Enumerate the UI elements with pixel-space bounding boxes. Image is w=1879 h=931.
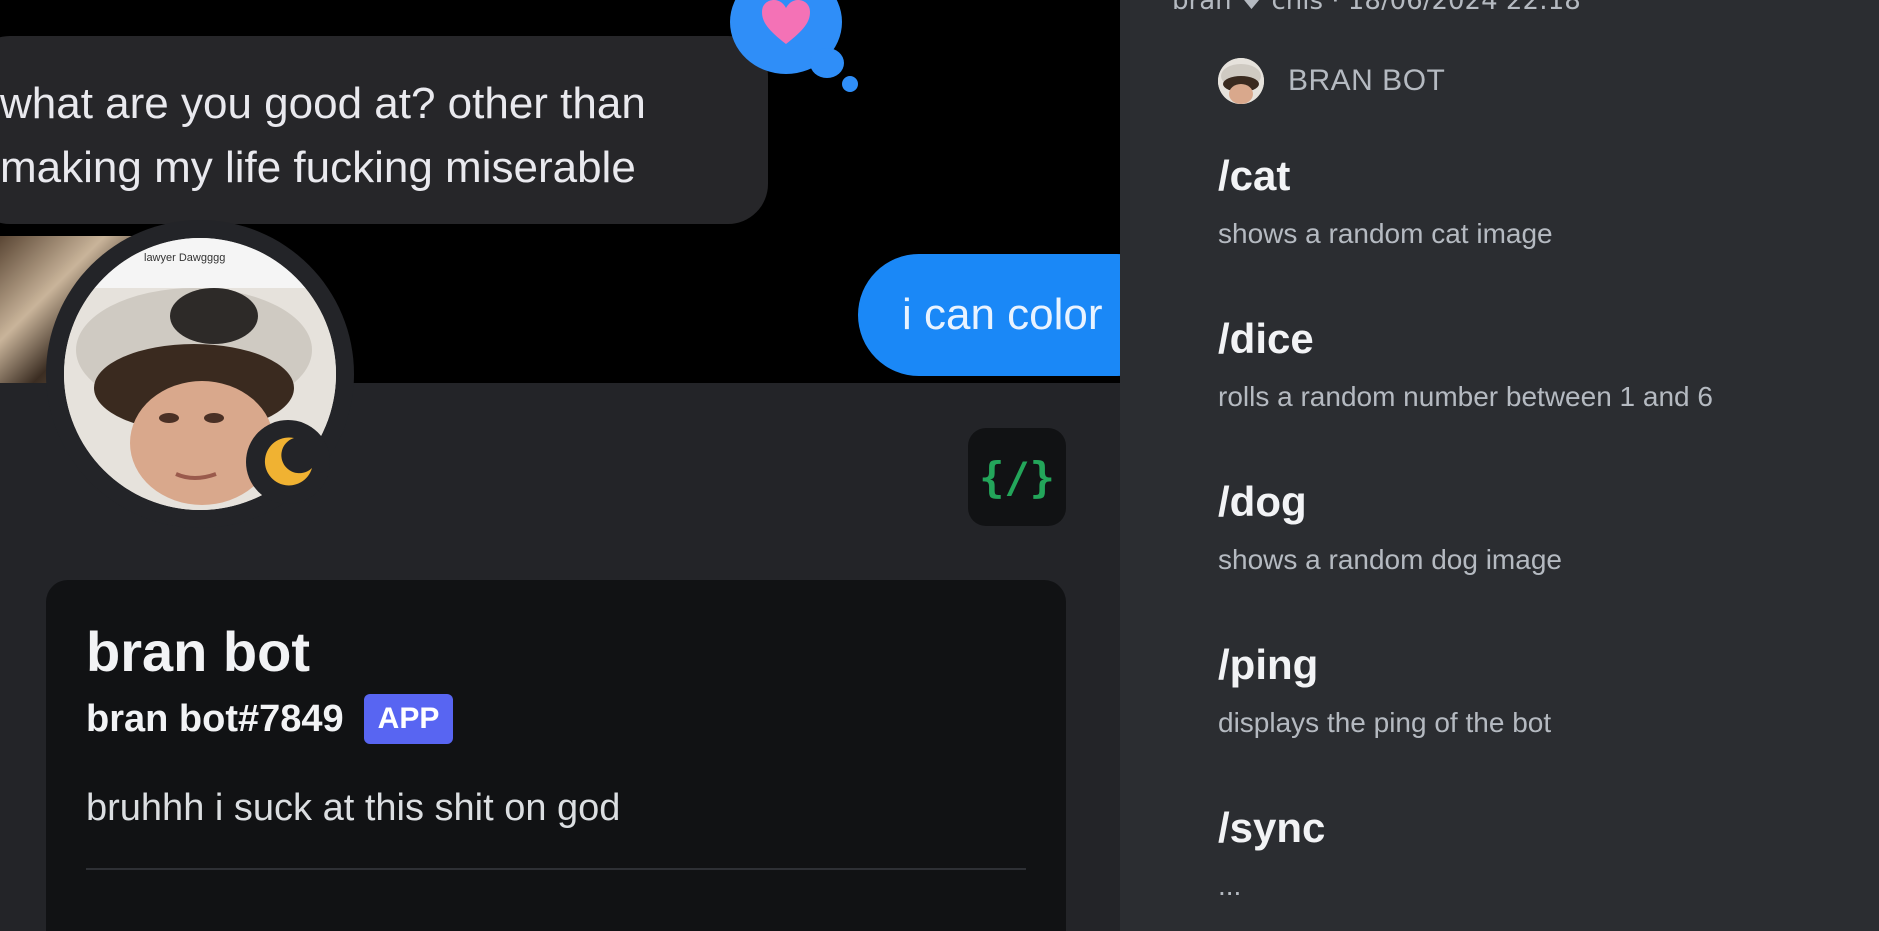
command-description: shows a random cat image [1218, 218, 1553, 249]
profile-bio: bruhhh i suck at this shit on god [86, 787, 621, 829]
command-item-cat[interactable]: /cat shows a random cat image [1218, 148, 1858, 311]
command-description: ... [1218, 870, 1242, 901]
command-item-sync[interactable]: /sync ... [1218, 800, 1858, 931]
command-name: /sync [1218, 804, 1326, 851]
command-item-dice[interactable]: /dice rolls a random number between 1 an… [1218, 311, 1858, 474]
username[interactable]: bran bot#7849 [86, 696, 344, 742]
command-name: /dice [1218, 315, 1314, 362]
profile-info-panel: bran bot bran bot#7849 APP bruhhh i suck… [46, 580, 1066, 931]
profile-card: what are you good at? other than making … [0, 0, 1120, 931]
command-description: displays the ping of the bot [1218, 707, 1552, 738]
commands-panel: bran ♥ chis · 18/06/2024 22:18 BRAN BOT … [1172, 0, 1879, 931]
bot-header: BRAN BOT [1218, 58, 1445, 104]
bot-avatar-icon [1218, 58, 1264, 104]
command-item-ping[interactable]: /ping displays the ping of the bot [1218, 637, 1858, 800]
command-description: shows a random dog image [1218, 544, 1562, 575]
command-name: /ping [1218, 641, 1319, 688]
bot-title: BRAN BOT [1288, 64, 1446, 97]
command-item-dog[interactable]: /dog shows a random dog image [1218, 474, 1858, 637]
command-list: /cat shows a random cat image /dice roll… [1218, 148, 1858, 931]
bot-avatar-photo [1218, 58, 1264, 104]
command-name: /dog [1218, 478, 1307, 525]
username-row: bran bot#7849 APP [86, 694, 1026, 744]
chat-bubble-line-2: making my life fucking miserable [0, 143, 636, 192]
developer-badge-icon[interactable]: {/} [968, 428, 1066, 526]
display-name: bran bot [86, 620, 310, 683]
chat-bubble-outgoing: i can color [858, 254, 1120, 376]
app-tag-badge: APP [363, 694, 454, 744]
reaction-tail-dot [810, 48, 844, 78]
app-window: what are you good at? other than making … [0, 0, 1879, 931]
heart-icon [762, 0, 810, 44]
panel-gutter [1120, 0, 1172, 931]
chat-bubble-line-1: what are you good at? other than [0, 79, 646, 128]
status-indicator [246, 420, 330, 504]
command-name: /cat [1218, 152, 1291, 199]
command-description: rolls a random number between 1 and 6 [1218, 381, 1713, 412]
chat-bubble-incoming: what are you good at? other than making … [0, 36, 768, 224]
profile-divider [86, 868, 1026, 870]
developer-badge-glyph: {/} [979, 452, 1055, 502]
reaction-tail-dot-small [842, 76, 858, 92]
moon-icon [264, 437, 312, 486]
message-header-strip: bran ♥ chis · 18/06/2024 22:18 [1172, 0, 1879, 10]
